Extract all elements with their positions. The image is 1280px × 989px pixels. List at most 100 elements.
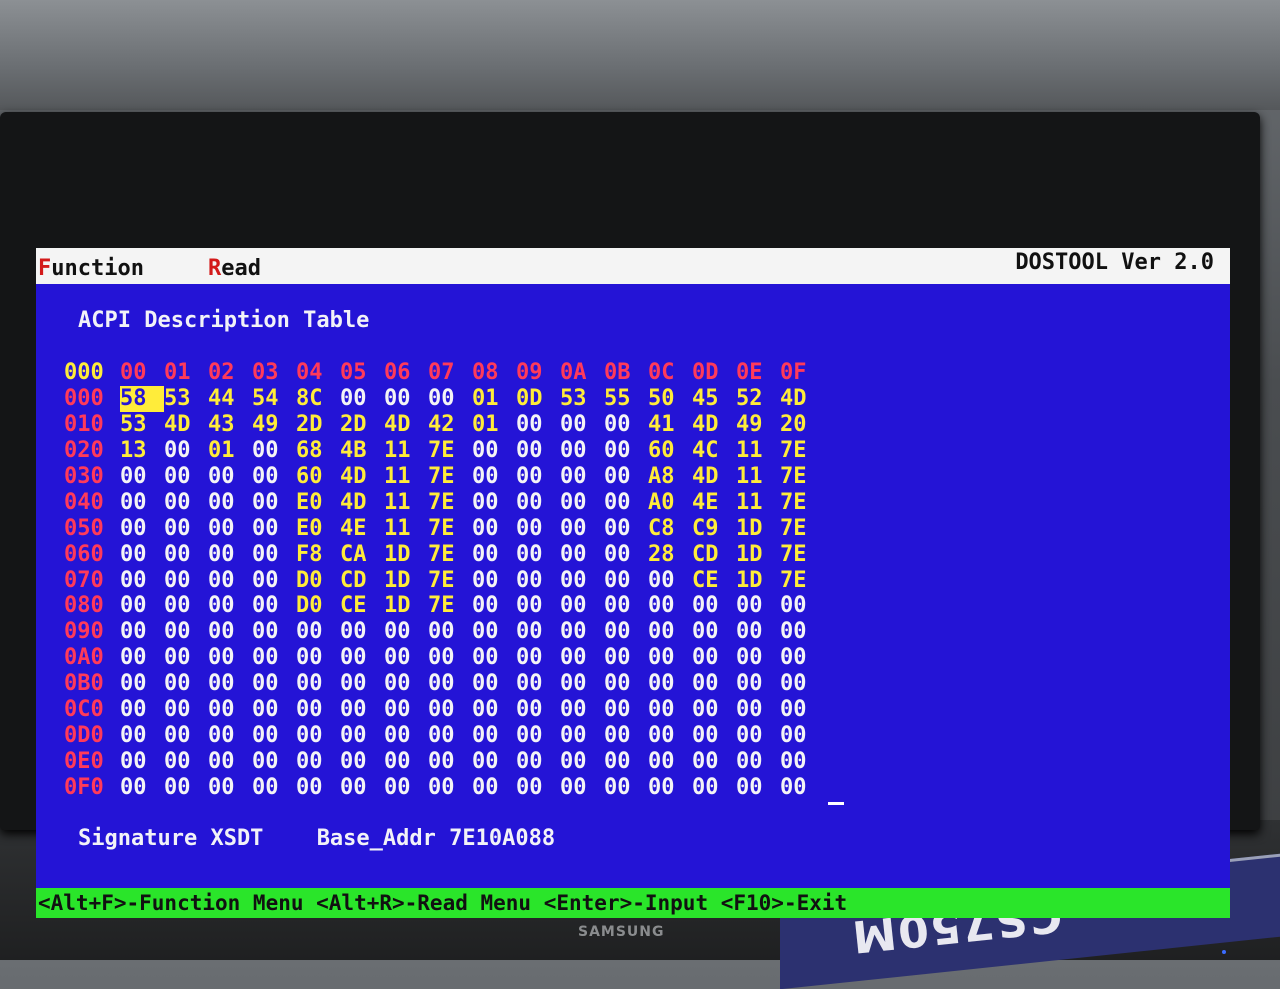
hex-byte[interactable]: A0 [648,490,692,516]
hex-byte[interactable]: 7E [780,542,824,568]
hex-byte[interactable]: 00 [340,645,384,671]
hex-byte[interactable]: 00 [208,671,252,697]
hex-byte[interactable]: 00 [296,697,340,723]
hex-byte[interactable]: 11 [384,464,428,490]
hex-byte[interactable]: 00 [560,671,604,697]
hex-byte[interactable]: CD [692,542,736,568]
hex-byte[interactable]: 00 [560,516,604,542]
hex-byte[interactable]: 52 [736,386,780,412]
hex-byte[interactable]: 00 [208,645,252,671]
hex-byte[interactable]: 00 [516,723,560,749]
hex-byte[interactable]: 55 [604,386,648,412]
hex-byte[interactable]: 00 [208,593,252,619]
hex-byte[interactable]: 00 [340,697,384,723]
hex-byte[interactable]: 00 [472,542,516,568]
hex-byte[interactable]: 00 [428,619,472,645]
hex-byte[interactable]: CA [340,542,384,568]
hex-byte[interactable]: 00 [208,723,252,749]
hex-byte[interactable]: 49 [252,412,296,438]
menu-read[interactable]: Read [208,256,261,281]
hex-byte[interactable]: 00 [472,516,516,542]
hex-byte[interactable]: 00 [516,697,560,723]
hex-byte[interactable]: 00 [208,775,252,801]
hex-byte[interactable]: CE [340,593,384,619]
hex-byte[interactable]: 00 [736,645,780,671]
hex-byte[interactable]: 00 [736,671,780,697]
hex-byte[interactable]: 00 [472,568,516,594]
hex-byte[interactable]: 00 [692,775,736,801]
hex-byte[interactable]: 00 [252,593,296,619]
hex-byte[interactable]: 00 [780,723,824,749]
hex-byte[interactable]: 00 [736,697,780,723]
menu-function[interactable]: Function [38,256,144,281]
hex-byte[interactable]: 00 [648,749,692,775]
hex-byte[interactable]: 60 [296,464,340,490]
hex-byte[interactable]: 7E [428,438,472,464]
hex-byte[interactable]: 00 [384,645,428,671]
hex-byte[interactable]: 7E [780,438,824,464]
hex-byte[interactable]: 00 [164,516,208,542]
hex-byte[interactable]: 00 [340,775,384,801]
hex-byte[interactable]: E0 [296,490,340,516]
hex-byte[interactable]: 28 [648,542,692,568]
hex-byte[interactable]: 00 [252,490,296,516]
hex-byte[interactable]: F8 [296,542,340,568]
hex-byte[interactable]: 7E [780,490,824,516]
hex-byte[interactable]: 00 [736,619,780,645]
hex-byte[interactable]: 50 [648,386,692,412]
hex-byte[interactable]: 00 [208,516,252,542]
hex-byte[interactable]: 00 [428,775,472,801]
hex-byte[interactable]: 00 [516,516,560,542]
hex-byte[interactable]: CD [340,568,384,594]
hex-byte[interactable]: 00 [780,619,824,645]
hex-byte[interactable]: 00 [780,645,824,671]
hex-byte[interactable]: 00 [604,542,648,568]
hex-byte[interactable]: 00 [340,749,384,775]
hex-byte[interactable]: 00 [648,568,692,594]
hex-byte[interactable]: 43 [208,412,252,438]
hex-byte[interactable]: 00 [208,749,252,775]
hex-byte[interactable]: 00 [560,464,604,490]
hex-byte[interactable]: 00 [428,697,472,723]
hex-byte[interactable]: 00 [208,568,252,594]
hex-byte[interactable]: 00 [560,412,604,438]
hex-byte[interactable]: 00 [252,464,296,490]
hex-byte[interactable]: 41 [648,412,692,438]
hex-byte[interactable]: 00 [516,749,560,775]
hex-byte[interactable]: 00 [252,697,296,723]
hex-byte[interactable]: 00 [604,645,648,671]
hex-byte[interactable]: 7E [428,464,472,490]
hex-byte[interactable]: 4D [340,464,384,490]
hex-byte[interactable]: 00 [516,619,560,645]
hex-byte[interactable]: 00 [648,593,692,619]
hex-byte[interactable]: 00 [164,438,208,464]
hex-byte[interactable]: 4D [340,490,384,516]
hex-byte[interactable]: C9 [692,516,736,542]
hex-byte[interactable]: 00 [252,542,296,568]
hex-byte[interactable]: 00 [472,593,516,619]
hex-byte[interactable]: 00 [428,749,472,775]
hex-byte[interactable]: 4B [340,438,384,464]
hex-byte[interactable]: A8 [648,464,692,490]
hex-byte[interactable]: 00 [516,542,560,568]
hex-byte[interactable]: 00 [516,490,560,516]
hex-byte[interactable]: 00 [560,490,604,516]
hex-byte[interactable]: 00 [692,619,736,645]
hex-byte[interactable]: 00 [296,775,340,801]
hex-byte[interactable]: 00 [560,775,604,801]
hex-byte[interactable]: 00 [560,593,604,619]
hex-byte[interactable]: 00 [472,775,516,801]
hex-byte[interactable]: 00 [340,723,384,749]
hex-byte[interactable]: 00 [736,775,780,801]
hex-byte[interactable]: 4D [164,412,208,438]
hex-byte[interactable]: 00 [164,619,208,645]
hex-byte[interactable]: 4E [340,516,384,542]
hex-byte[interactable]: 00 [252,645,296,671]
hex-byte[interactable]: 00 [472,438,516,464]
hex-byte[interactable]: 01 [208,438,252,464]
hex-byte[interactable]: 00 [780,697,824,723]
hex-byte[interactable]: 11 [736,438,780,464]
hex-byte[interactable]: 00 [692,593,736,619]
hex-byte[interactable]: 7E [428,516,472,542]
hex-byte[interactable]: 00 [472,697,516,723]
